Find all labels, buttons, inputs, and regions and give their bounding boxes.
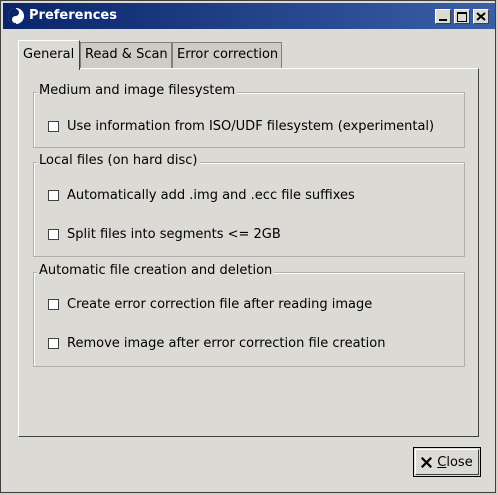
- close-icon: [476, 12, 486, 21]
- maximize-button[interactable]: [454, 9, 470, 24]
- create-ecc-option[interactable]: Create error correction file after readi…: [48, 296, 372, 312]
- option-label: Split files into segments <= 2GB: [67, 226, 281, 242]
- checkbox[interactable]: [48, 189, 59, 201]
- auto-creation-frame: Automatic file creation and deletion Cre…: [33, 263, 465, 367]
- frame-title: Medium and image filesystem: [37, 83, 238, 98]
- remove-image-option[interactable]: Remove image after error correction file…: [48, 335, 385, 351]
- minimize-button[interactable]: [435, 9, 451, 24]
- split-files-option[interactable]: Split files into segments <= 2GB: [48, 226, 281, 242]
- tab-error-correction[interactable]: Error correction: [172, 42, 282, 68]
- medium-filesystem-frame: Medium and image filesystem Use informat…: [33, 83, 465, 148]
- frame-title: Local files (on hard disc): [37, 153, 200, 168]
- option-label: Remove image after error correction file…: [67, 335, 386, 351]
- x-icon: [421, 456, 433, 468]
- checkbox[interactable]: [48, 228, 59, 240]
- checkbox[interactable]: [48, 298, 59, 310]
- option-label: Create error correction file after readi…: [67, 296, 373, 312]
- option-label: Use information from ISO/UDF filesystem …: [67, 118, 435, 134]
- close-mnemonic: C: [437, 454, 447, 470]
- app-icon[interactable]: [8, 8, 24, 24]
- tab-general[interactable]: General: [18, 40, 80, 70]
- local-files-frame: Local files (on hard disc) Automatically…: [33, 153, 465, 257]
- tab-read-scan[interactable]: Read & Scan: [80, 42, 172, 68]
- use-iso-udf-option[interactable]: Use information from ISO/UDF filesystem …: [48, 118, 434, 134]
- window-title: Preferences: [29, 8, 117, 23]
- option-label: Automatically add .img and .ecc file suf…: [67, 187, 355, 203]
- frame-title: Automatic file creation and deletion: [37, 263, 275, 278]
- title-bar[interactable]: Preferences: [3, 3, 495, 29]
- checkbox[interactable]: [48, 337, 59, 349]
- close-label: lose: [446, 454, 473, 470]
- checkbox[interactable]: [48, 120, 59, 132]
- auto-suffix-option[interactable]: Automatically add .img and .ecc file suf…: [48, 187, 355, 203]
- close-button[interactable]: Close: [413, 447, 481, 477]
- tab-panel-general: Medium and image filesystem Use informat…: [18, 68, 479, 437]
- window-close-button[interactable]: [473, 9, 489, 24]
